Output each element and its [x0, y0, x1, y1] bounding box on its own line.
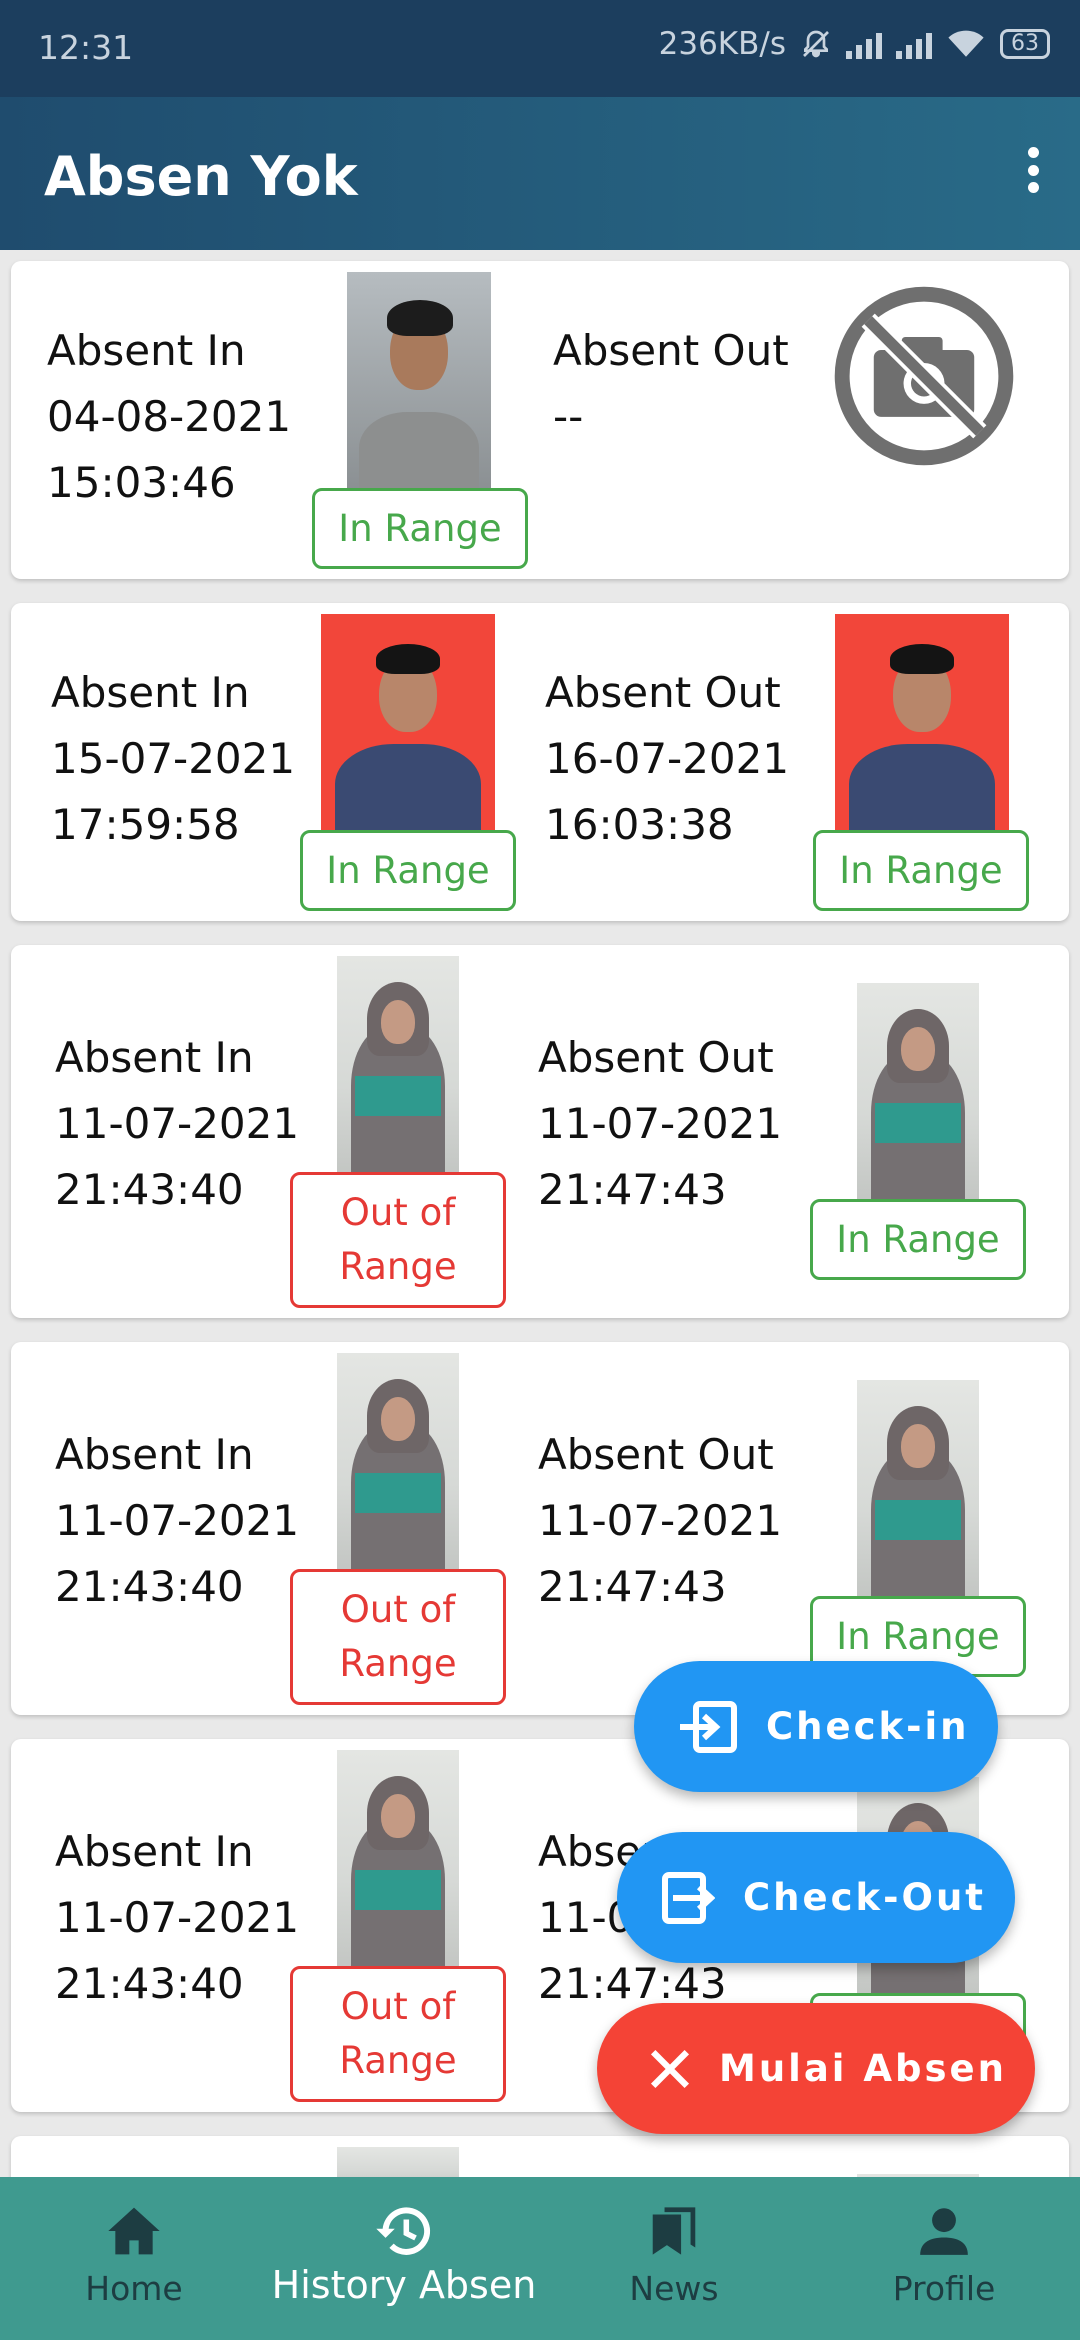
check-in-photo[interactable]: [337, 2147, 459, 2177]
check-in-photo[interactable]: [321, 614, 495, 832]
page-title: Absen Yok: [44, 145, 358, 208]
nav-label: News: [629, 2269, 719, 2308]
absent-out-date: 16-07-2021: [545, 734, 790, 783]
nav-label: Home: [85, 2269, 183, 2308]
absent-in-date: 11-07-2021: [55, 1099, 300, 1148]
absent-in-label: Absent In: [55, 1430, 254, 1479]
mulai-absen-button[interactable]: Mulai Absen: [597, 2003, 1035, 2134]
absent-out-date: 11-07-2021: [538, 1496, 783, 1545]
absent-out-time: 21:47:43: [538, 1562, 727, 1611]
nav-item-home[interactable]: Home: [54, 2177, 214, 2340]
overflow-menu-icon[interactable]: [1026, 147, 1040, 193]
absent-out-info: Absent Out 16-07-2021 16:03:38: [545, 660, 789, 858]
absent-out-label: Absent Out: [545, 668, 781, 717]
in-range-badge: In Range: [312, 488, 528, 569]
history-icon: [374, 2201, 434, 2261]
absent-out-label: Absent Out: [538, 1430, 774, 1479]
check-out-label: Check-Out: [743, 1876, 986, 1919]
check-in-photo[interactable]: [347, 272, 491, 490]
no-photo-icon: [834, 286, 1014, 466]
nav-item-history-absen[interactable]: History Absen: [262, 2177, 546, 2340]
absent-in-time: 17:59:58: [51, 800, 240, 849]
out-of-range-badge: Out of Range: [290, 1569, 506, 1705]
absent-in-label: Absent In: [55, 1827, 254, 1876]
absent-in-date: 04-08-2021: [47, 392, 292, 441]
absent-out-info: Absent Out 11-07-2021 21:47:43: [538, 1422, 782, 1620]
absent-in-label: Absent In: [51, 668, 250, 717]
absent-in-time: 21:43:40: [55, 1562, 244, 1611]
absent-in-label: Absent In: [47, 326, 246, 375]
check-in-label: Check-in: [766, 1705, 970, 1748]
absent-in-info: Absent In 11-07-2021 21:43:40: [55, 1422, 299, 1620]
app-bar: Absen Yok: [0, 97, 1080, 250]
absent-in-time: 21:43:40: [55, 1165, 244, 1214]
absent-in-info: Absent In 04-08-2021 15:03:46: [47, 318, 291, 516]
network-speed: 236KB/s: [658, 26, 786, 62]
check-out-photo[interactable]: [857, 983, 979, 1201]
absent-in-time: 15:03:46: [47, 458, 236, 507]
check-in-photo[interactable]: [337, 1353, 459, 1571]
nav-item-news[interactable]: News: [594, 2177, 754, 2340]
in-range-badge: In Range: [810, 1199, 1026, 1280]
nav-item-profile[interactable]: Profile: [864, 2177, 1024, 2340]
check-out-photo[interactable]: [835, 614, 1009, 832]
absent-in-date: 11-07-2021: [55, 1893, 300, 1942]
absent-out-label: Absent Out: [553, 326, 789, 375]
mute-bell-icon: [803, 30, 829, 58]
absent-out-date: --: [553, 392, 584, 441]
absent-out-info: Absent Out --: [553, 318, 789, 450]
close-icon: [649, 2048, 691, 2090]
home-icon: [106, 2201, 162, 2261]
bottom-navigation: Home History Absen News Profile: [0, 2177, 1080, 2340]
history-card[interactable]: Absent In 15-07-2021 17:59:58 In Range A…: [11, 603, 1069, 921]
wifi-icon: [948, 30, 984, 57]
out-of-range-badge: Out of Range: [290, 1172, 506, 1308]
out-of-range-badge: Out of Range: [290, 1966, 506, 2102]
signal-icon: [896, 29, 932, 59]
signal-icon: [846, 29, 882, 59]
in-range-badge: In Range: [300, 830, 516, 911]
login-icon: [678, 1700, 738, 1754]
bookmarks-icon: [648, 2201, 700, 2261]
check-in-photo[interactable]: [337, 1750, 459, 1968]
check-in-button[interactable]: Check-in: [634, 1661, 998, 1792]
check-out-photo[interactable]: [857, 1380, 979, 1598]
absent-in-info: Absent In 15-07-2021 17:59:58: [51, 660, 295, 858]
status-bar: 12:31 236KB/s 63: [0, 0, 1080, 97]
check-in-photo[interactable]: [337, 956, 459, 1174]
status-icons: 236KB/s 63: [659, 26, 1050, 62]
person-icon: [918, 2201, 970, 2261]
history-card[interactable]: [11, 2136, 1069, 2177]
in-range-badge: In Range: [813, 830, 1029, 911]
absent-out-time: 16:03:38: [545, 800, 734, 849]
absent-in-info: Absent In 11-07-2021 21:43:40: [55, 1819, 299, 2017]
history-card[interactable]: Absent In 04-08-2021 15:03:46 In Range A…: [11, 261, 1069, 579]
check-out-button[interactable]: Check-Out: [617, 1832, 1015, 1963]
absent-out-date: 11-07-2021: [538, 1099, 783, 1148]
status-time: 12:31: [38, 28, 134, 67]
history-card[interactable]: Absent In 11-07-2021 21:43:40 Out of Ran…: [11, 1342, 1069, 1715]
absent-out-label: Absent Out: [538, 1033, 774, 1082]
battery-icon: 63: [1000, 29, 1050, 59]
nav-label: History Absen: [271, 2263, 537, 2307]
absent-out-time: 21:47:43: [538, 1165, 727, 1214]
absent-in-date: 15-07-2021: [51, 734, 296, 783]
history-card[interactable]: Absent In 11-07-2021 21:43:40 Out of Ran…: [11, 945, 1069, 1318]
absent-in-time: 21:43:40: [55, 1959, 244, 2008]
absent-in-date: 11-07-2021: [55, 1496, 300, 1545]
absent-in-info: Absent In 11-07-2021 21:43:40: [55, 1025, 299, 1223]
absent-out-info: Absent Out 11-07-2021 21:47:43: [538, 1025, 782, 1223]
mulai-absen-label: Mulai Absen: [719, 2047, 1007, 2090]
logout-icon: [661, 1871, 715, 1925]
absent-in-label: Absent In: [55, 1033, 254, 1082]
nav-label: Profile: [892, 2269, 996, 2308]
